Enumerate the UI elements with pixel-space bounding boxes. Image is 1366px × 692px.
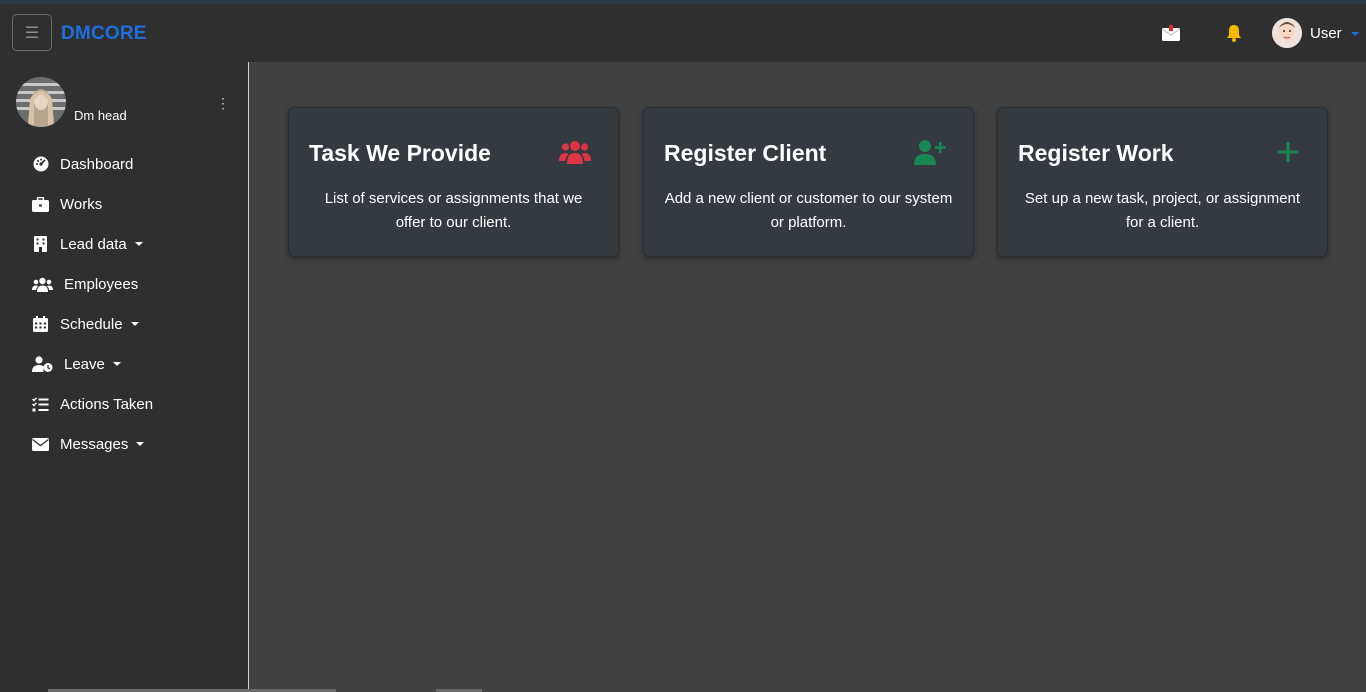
user-menu-label[interactable]: User: [1310, 25, 1342, 42]
users-icon: [559, 138, 591, 166]
menu-icon: ☰: [24, 24, 40, 42]
sidebar-item-label: Employees: [64, 275, 139, 293]
building-icon: [32, 236, 49, 253]
user-menu-caret-icon[interactable]: [1351, 32, 1359, 36]
sidebar-item-label: Lead data: [60, 235, 127, 253]
main-content: Task We Provide List of services or assi…: [250, 62, 1366, 692]
chevron-down-icon: [130, 322, 139, 326]
user-avatar[interactable]: [1272, 18, 1302, 48]
card-description: List of services or assignments that we …: [324, 190, 583, 231]
card-title: Register Client: [664, 140, 827, 166]
sidebar-item-label: Leave: [64, 355, 105, 373]
sidebar-item-label: Messages: [60, 435, 129, 453]
profile-name: Dm head: [74, 108, 127, 123]
sidebar-item-lead-data[interactable]: Lead data: [0, 224, 249, 264]
sidebar: Dm head ⋮ Dashboard Works Lead data Empl…: [0, 62, 249, 692]
card-title: Register Work: [1018, 140, 1174, 166]
brand-logo[interactable]: DMCORE: [61, 23, 147, 45]
card-register-client[interactable]: Register Client Add a new client or cust…: [643, 107, 974, 257]
calendar-icon: [32, 316, 49, 333]
sidebar-item-label: Schedule: [60, 315, 123, 333]
sidebar-item-label: Actions Taken: [60, 395, 154, 413]
sidebar-item-leave[interactable]: Leave: [0, 344, 249, 384]
profile-options-icon[interactable]: ⋮: [216, 96, 230, 112]
plus-icon: [1276, 138, 1308, 166]
navbar: ☰ DMCORE User: [0, 4, 1366, 62]
sidebar-item-label: Dashboard: [60, 155, 134, 173]
sidebar-item-messages[interactable]: Messages: [0, 424, 249, 464]
chevron-down-icon: [134, 242, 143, 246]
card-title: Task We Provide: [309, 140, 491, 166]
sidebar-item-label: Works: [60, 195, 103, 213]
card-task-we-provide[interactable]: Task We Provide List of services or assi…: [288, 107, 619, 257]
briefcase-icon: [32, 196, 49, 213]
bell-icon[interactable]: [1223, 22, 1245, 44]
chevron-down-icon: [136, 442, 145, 446]
dashboard-icon: [32, 156, 49, 173]
list-check-icon: [32, 396, 49, 413]
sidebar-menu: Dashboard Works Lead data Employees Sche…: [0, 144, 249, 464]
users-icon: [32, 276, 53, 293]
user-clock-icon: [32, 356, 53, 373]
user-plus-icon: [914, 138, 946, 166]
chevron-down-icon: [112, 362, 121, 366]
sidebar-item-actions-taken[interactable]: Actions Taken: [0, 384, 249, 424]
sidebar-item-dashboard[interactable]: Dashboard: [0, 144, 249, 184]
sidebar-item-employees[interactable]: Employees: [0, 264, 249, 304]
profile-avatar[interactable]: [16, 77, 66, 127]
card-register-work[interactable]: Register Work Set up a new task, project…: [997, 107, 1328, 257]
sidebar-toggle-button[interactable]: ☰: [12, 14, 52, 51]
mail-icon[interactable]: [1160, 22, 1182, 44]
sidebar-item-schedule[interactable]: Schedule: [0, 304, 249, 344]
envelope-icon: [32, 436, 49, 453]
card-description: Set up a new task, project, or assignmen…: [1024, 190, 1301, 231]
card-description: Add a new client or customer to our syst…: [664, 190, 953, 231]
sidebar-item-works[interactable]: Works: [0, 184, 249, 224]
